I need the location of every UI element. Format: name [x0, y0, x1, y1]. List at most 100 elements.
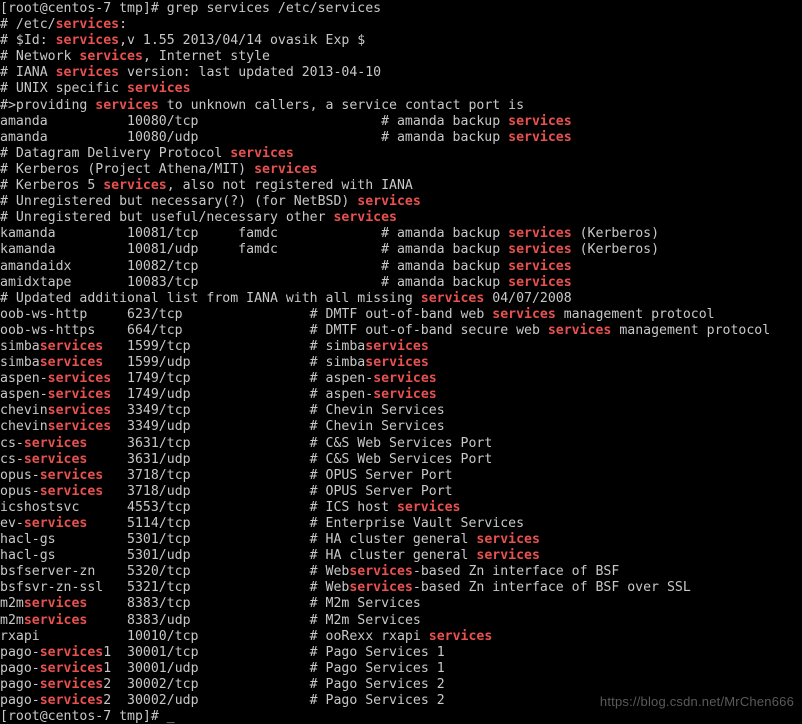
terminal-line: bsfsvr-zn-ssl 5321/tcp # Webservices-bas…: [0, 580, 770, 596]
terminal-line: rxapi 10010/tcp # ooRexx rxapi services: [0, 629, 770, 645]
terminal-text: # Kerberos (Project Athena/MIT): [0, 161, 255, 177]
terminal-text: bsfsvr-zn-ssl 5321/tcp # Web: [0, 580, 350, 596]
terminal-text: 5114/tcp # Enterprise Vault Services: [87, 516, 525, 531]
terminal-text: 2 30002/tcp # Pago Services 2: [103, 676, 445, 692]
grep-match: services: [127, 81, 191, 97]
terminal-text: cs-: [0, 451, 24, 467]
terminal-text: cs-: [0, 435, 24, 451]
grep-match: services: [39, 467, 104, 483]
grep-match: services: [39, 338, 104, 354]
terminal-line: #>providing services to unknown callers,…: [0, 98, 770, 114]
terminal-text: 1 30001/tcp # Pago Services 1: [103, 644, 445, 660]
terminal-text: hacl-gs 5301/udp # HA cluster general: [0, 548, 477, 564]
grep-match: services: [508, 242, 572, 258]
terminal-text: amidxtape 10083/tcp # amanda backup: [0, 274, 509, 290]
terminal-line: m2mservices 8383/tcp # M2m Services: [0, 596, 770, 612]
grep-match: services: [23, 451, 88, 467]
terminal-text: opus-: [0, 467, 40, 483]
terminal-text: # IANA: [0, 65, 56, 81]
terminal-text: (Kerberos): [571, 226, 660, 242]
terminal-text: services: [317, 1, 382, 16]
terminal-line: # Unregistered but useful/necessary othe…: [0, 210, 770, 226]
grep-match: services: [39, 693, 104, 709]
grep-match: services: [23, 435, 88, 451]
grep-match: services: [39, 676, 104, 692]
terminal-text: opus-: [0, 483, 40, 499]
terminal-line: [root@centos-7 tmp]# grep services /etc/…: [0, 1, 770, 17]
terminal-text: management protocol: [555, 306, 715, 322]
terminal-line: simbaservices 1599/udp # simbaservices: [0, 355, 770, 371]
terminal-line: opus-services 3718/tcp # OPUS Server Por…: [0, 468, 770, 484]
terminal-window[interactable]: [root@centos-7 tmp]# grep services /etc/…: [0, 0, 802, 724]
terminal-line: cs-services 3631/udp # C&S Web Services …: [0, 452, 770, 468]
terminal-text: bsfserver-zn 5320/tcp # Web: [0, 564, 350, 580]
terminal-line: icshostsvc 4553/tcp # ICS host services: [0, 500, 770, 516]
terminal-line: # Kerberos 5 services, also not register…: [0, 178, 770, 194]
grep-match: services: [476, 532, 540, 548]
terminal-text: :: [119, 17, 128, 33]
terminal-text: -based Zn interface of BSF: [412, 564, 620, 580]
grep-match: services: [365, 338, 429, 354]
grep-match: services: [23, 612, 88, 628]
watermark-text: https://blog.csdn.net/MrChen666: [599, 694, 794, 709]
terminal-text: [root@centos-7 tmp]#: [0, 709, 167, 724]
terminal-line: cs-services 3631/tcp # C&S Web Services …: [0, 436, 770, 452]
terminal-text: simba: [0, 338, 40, 354]
terminal-line: opus-services 3718/udp # OPUS Server Por…: [0, 484, 770, 500]
terminal-text: chevin: [0, 403, 48, 419]
terminal-text: 1599/tcp # simba: [103, 338, 366, 354]
terminal-text: icshostsvc 4553/tcp # ICS host: [0, 499, 397, 515]
terminal-line: amanda 10080/udp # amanda backup service…: [0, 130, 770, 146]
terminal-text: # Unregistered but necessary(?) (for Net…: [0, 194, 358, 210]
terminal-line: # Unregistered but necessary(?) (for Net…: [0, 194, 770, 210]
grep-match: services: [508, 226, 572, 242]
grep-match: services: [508, 129, 572, 145]
terminal-line: amanda 10080/tcp # amanda backup service…: [0, 114, 770, 130]
grep-match: services: [547, 322, 612, 338]
grep-match: services: [39, 660, 104, 676]
terminal-text: , Internet style: [142, 49, 270, 65]
terminal-text: # Unregistered but useful/necessary othe…: [0, 210, 334, 226]
terminal-text: version: last updated 2013-04-10: [119, 65, 382, 81]
grep-match: services: [95, 97, 159, 113]
grep-match: services: [492, 306, 556, 322]
terminal-line: ev-services 5114/tcp # Enterprise Vault …: [0, 516, 770, 532]
terminal-text: amandaidx 10082/tcp # amanda backup: [0, 258, 509, 274]
terminal-text: _: [166, 709, 175, 724]
terminal-line: # UNIX specific services: [0, 81, 770, 97]
terminal-text: amanda 10080/udp # amanda backup: [0, 129, 509, 145]
terminal-line: # /etc/services:: [0, 17, 770, 33]
terminal-line: amandaidx 10082/tcp # amanda backup serv…: [0, 259, 770, 275]
terminal-text: 3718/tcp # OPUS Server Port: [103, 467, 453, 483]
terminal-text: chevin: [0, 419, 48, 435]
grep-match: services: [508, 274, 572, 290]
terminal-text: m2m: [0, 612, 24, 628]
terminal-line: # $Id: services,v 1.55 2013/04/14 ovasik…: [0, 33, 770, 49]
grep-match: services: [420, 290, 485, 306]
terminal-text: # /etc/: [0, 17, 56, 33]
terminal-text: aspen-: [0, 387, 48, 403]
grep-match: services: [55, 65, 120, 81]
terminal-text: pago-: [0, 644, 40, 660]
terminal-text: 3631/tcp # C&S Web Services Port: [87, 435, 493, 451]
terminal-text: # Kerberos 5: [0, 178, 104, 194]
terminal-line: kamanda 10081/tcp famdc # amanda backup …: [0, 226, 770, 242]
grep-match: services: [55, 17, 120, 33]
terminal-text: ,v 1.55 2013/04/14 ovasik Exp $: [119, 33, 366, 49]
terminal-line: pago-services1 30001/udp # Pago Services…: [0, 661, 770, 677]
terminal-text: #>providing: [0, 97, 96, 113]
terminal-text: 2 30002/udp # Pago Services 2: [103, 693, 445, 709]
grep-match: services: [373, 371, 437, 387]
terminal-text: oob-ws-https 664/tcp # DMTF out-of-band …: [0, 322, 548, 338]
terminal-text: # Updated additional list from IANA with…: [0, 290, 421, 306]
grep-match: services: [254, 161, 318, 177]
terminal-text: (Kerberos): [571, 242, 660, 258]
terminal-text: kamanda 10081/udp famdc # amanda backup: [0, 242, 509, 258]
grep-match: services: [508, 113, 572, 129]
terminal-text: 1 30001/udp # Pago Services 1: [103, 660, 445, 676]
terminal-line: kamanda 10081/udp famdc # amanda backup …: [0, 242, 770, 258]
terminal-text: to unknown callers, a service contact po…: [158, 97, 525, 113]
grep-match: services: [103, 178, 167, 194]
grep-match: services: [365, 355, 429, 371]
terminal-text: 1599/udp # simba: [103, 355, 366, 371]
